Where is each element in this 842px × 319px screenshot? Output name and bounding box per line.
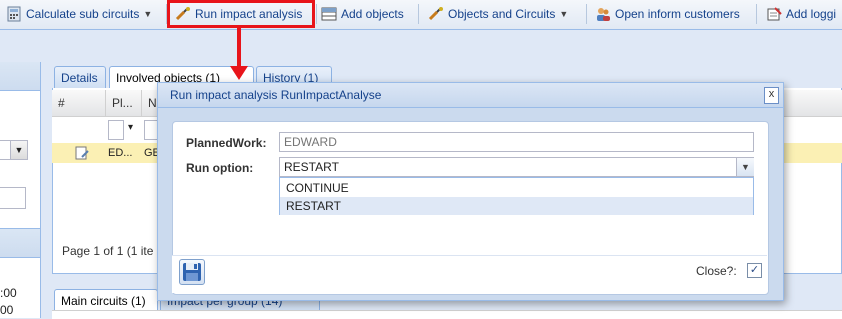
dialog-titlebar[interactable]: Run impact analysis RunImpactAnalyse x xyxy=(158,83,783,108)
planned-work-label: PlannedWork: xyxy=(186,136,267,150)
toolbar-divider xyxy=(756,4,757,24)
left-select-trigger[interactable]: ▼ xyxy=(10,140,28,160)
run-option-select[interactable]: RESTART xyxy=(279,157,754,177)
run-impact-analysis-dialog: Run impact analysis RunImpactAnalyse x P… xyxy=(157,82,784,301)
objects-and-circuits-button[interactable]: Objects and Circuits ▼ xyxy=(428,2,568,26)
edit-document-icon[interactable] xyxy=(74,145,90,164)
wrench-pencil-icon xyxy=(428,6,444,22)
left-panel-section-header xyxy=(0,228,40,258)
dialog-title: Run impact analysis RunImpactAnalyse xyxy=(170,88,382,102)
run-option-list: CONTINUE RESTART xyxy=(279,177,754,215)
filter-input[interactable] xyxy=(108,120,124,140)
calculate-sub-circuits-label: Calculate sub circuits xyxy=(26,7,140,21)
floppy-disk-icon xyxy=(183,263,201,281)
calculator-icon xyxy=(6,6,22,22)
chevron-down-icon: ▼ xyxy=(559,9,569,19)
column-header[interactable]: # xyxy=(52,90,106,116)
left-panel-header xyxy=(0,62,40,91)
add-logging-label: Add loggi xyxy=(786,7,837,21)
paging-info: Page 1 of 1 (1 ite xyxy=(62,244,154,258)
toolbar-divider xyxy=(316,4,317,24)
arrow-shaft xyxy=(237,28,241,70)
objects-and-circuits-label: Objects and Circuits xyxy=(448,7,556,21)
run-option-value: RESTART xyxy=(284,160,339,174)
toolbar-divider xyxy=(418,4,419,24)
close-icon[interactable]: x xyxy=(764,87,779,104)
add-objects-button[interactable]: Add objects xyxy=(321,2,404,26)
run-option-label: Run option: xyxy=(186,161,254,175)
notebook-pencil-icon xyxy=(766,6,782,22)
planned-work-field[interactable] xyxy=(279,132,754,152)
table-icon xyxy=(321,6,337,22)
open-inform-customers-button[interactable]: Open inform customers xyxy=(595,2,740,26)
users-icon xyxy=(595,6,611,22)
option-continue[interactable]: CONTINUE xyxy=(280,179,753,197)
save-button[interactable] xyxy=(179,259,205,285)
table-cell: ED... xyxy=(108,147,133,159)
close-after-checkbox[interactable]: ✓ xyxy=(747,263,762,278)
left-time-label: 00 xyxy=(0,303,14,317)
tab-details[interactable]: Details xyxy=(54,66,106,88)
close-after-label: Close?: xyxy=(696,264,737,278)
column-header[interactable]: Pl... xyxy=(106,90,142,116)
open-inform-customers-label: Open inform customers xyxy=(615,7,740,21)
add-logging-button[interactable]: Add loggi xyxy=(766,2,836,26)
toolbar: Calculate sub circuits ▼ Run impact anal… xyxy=(0,0,842,30)
option-restart[interactable]: RESTART xyxy=(280,197,753,215)
chevron-down-icon[interactable]: ▼ xyxy=(736,158,754,176)
tab-main-circuits[interactable]: Main circuits (1) xyxy=(54,289,158,311)
add-objects-label: Add objects xyxy=(341,7,404,21)
highlight-box xyxy=(167,0,315,28)
filter-icon[interactable]: ▾ xyxy=(128,122,133,133)
dialog-footer xyxy=(172,255,767,293)
arrow-head-icon xyxy=(230,66,248,80)
chevron-down-icon: ▼ xyxy=(143,9,153,19)
left-input-field[interactable] xyxy=(0,187,26,209)
calculate-sub-circuits-button[interactable]: Calculate sub circuits ▼ xyxy=(6,2,152,26)
left-time-label: :00 xyxy=(0,286,17,300)
toolbar-divider xyxy=(586,4,587,24)
